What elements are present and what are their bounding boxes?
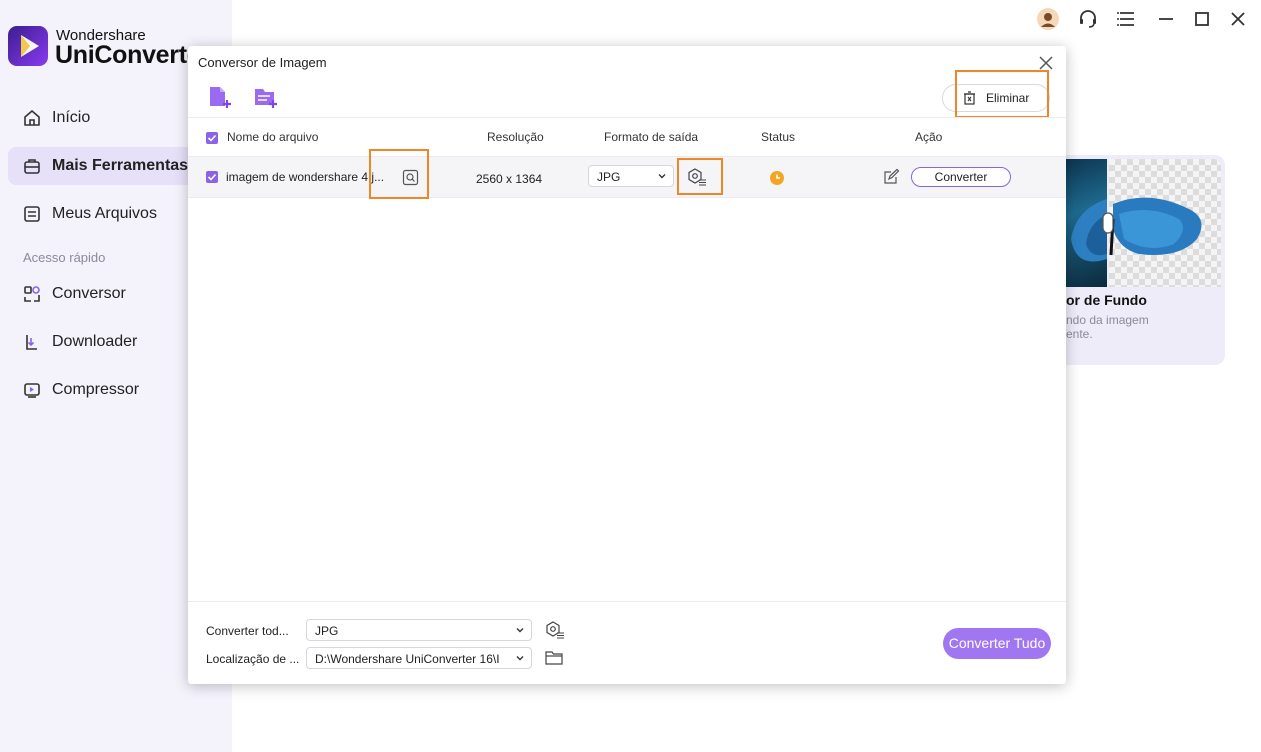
sidebar-item-label: Início [52, 109, 91, 126]
home-icon [24, 110, 40, 126]
open-folder-icon[interactable] [545, 650, 563, 665]
sidebar-item-conversor[interactable]: Conversor [8, 275, 208, 313]
column-header-name: Nome do arquivo [227, 130, 319, 144]
sidebar-item-meus-arquivos[interactable]: Meus Arquivos [8, 195, 208, 233]
maximize-icon[interactable] [1191, 8, 1213, 30]
select-all-checkbox[interactable] [206, 132, 218, 144]
highlight-box-eliminar [955, 70, 1049, 118]
image-converter-dialog: Conversor de Imagem Eliminar Nome do arq… [188, 46, 1066, 684]
add-file-icon[interactable] [207, 84, 233, 110]
footer-divider [188, 601, 1066, 602]
edit-icon[interactable] [883, 168, 900, 185]
butterfly-removed-bg-image [1109, 159, 1221, 287]
menu-icon[interactable] [1116, 8, 1138, 30]
app-logo-icon [8, 26, 48, 66]
file-name: imagem de wondershare 4.j... [226, 170, 385, 184]
output-format-value: JPG [597, 170, 621, 184]
toolbox-icon [24, 159, 40, 174]
header-divider [188, 117, 1066, 118]
sidebar-item-compressor[interactable]: Compressor [8, 371, 208, 409]
sidebar-item-inicio[interactable]: Início [8, 99, 208, 137]
downloader-icon [26, 335, 37, 350]
convert-all-to-label: Converter tod... [206, 624, 289, 638]
dialog-title: Conversor de Imagem [198, 55, 327, 70]
column-header-format: Formato de saída [604, 130, 699, 144]
highlight-box-settings [677, 158, 723, 195]
sidebar-item-downloader[interactable]: Downloader [8, 323, 208, 361]
column-header-resolution: Resolução [487, 130, 544, 144]
butterfly-original-image [1066, 159, 1107, 287]
support-headset-icon[interactable] [1077, 8, 1099, 30]
row-checkbox[interactable] [206, 171, 218, 183]
chevron-down-icon [516, 628, 524, 633]
brand-main: UniConverter [55, 41, 210, 69]
output-location-value: D:\Wondershare UniConverter 16\I [315, 652, 500, 666]
close-window-icon[interactable] [1227, 8, 1249, 30]
files-icon [24, 206, 40, 222]
status-pending-icon [770, 171, 784, 185]
chevron-down-icon [516, 656, 524, 661]
column-header-action: Ação [915, 130, 943, 144]
sidebar-item-label: Mais Ferramentas [52, 157, 189, 174]
card-title: or de Fundo [1066, 292, 1147, 308]
chevron-down-icon [658, 174, 666, 179]
convert-all-format-value: JPG [315, 624, 339, 638]
convert-all-button[interactable]: Converter Tudo [943, 628, 1051, 659]
highlight-box-preview [369, 149, 429, 199]
minimize-icon[interactable] [1155, 8, 1177, 30]
sidebar-item-label: Compressor [52, 381, 140, 398]
sidebar-item-label: Conversor [52, 285, 126, 302]
compare-slider-handle-icon[interactable] [1102, 212, 1114, 234]
convert-button[interactable]: Converter [911, 167, 1011, 187]
user-avatar-icon[interactable] [1037, 8, 1059, 30]
converter-icon [24, 286, 40, 302]
convert-all-format-select[interactable]: JPG [306, 619, 532, 641]
sidebar-item-label: Downloader [52, 333, 138, 350]
location-label: Localização de ... [206, 652, 300, 666]
sidebar-item-label: Meus Arquivos [52, 205, 157, 222]
card-description: ndo da imagem ente. [1066, 313, 1149, 341]
output-location-select[interactable]: D:\Wondershare UniConverter 16\I [306, 647, 532, 669]
compressor-icon [24, 383, 40, 398]
column-header-status: Status [761, 130, 796, 144]
output-format-select[interactable]: JPG [588, 165, 674, 187]
add-folder-icon[interactable] [253, 84, 279, 110]
quick-access-label: Acesso rápido [23, 250, 106, 265]
file-resolution: 2560 x 1364 [476, 172, 543, 186]
convert-all-settings-icon[interactable] [545, 621, 565, 639]
sidebar-item-mais-ferramentas[interactable]: Mais Ferramentas [8, 147, 208, 185]
